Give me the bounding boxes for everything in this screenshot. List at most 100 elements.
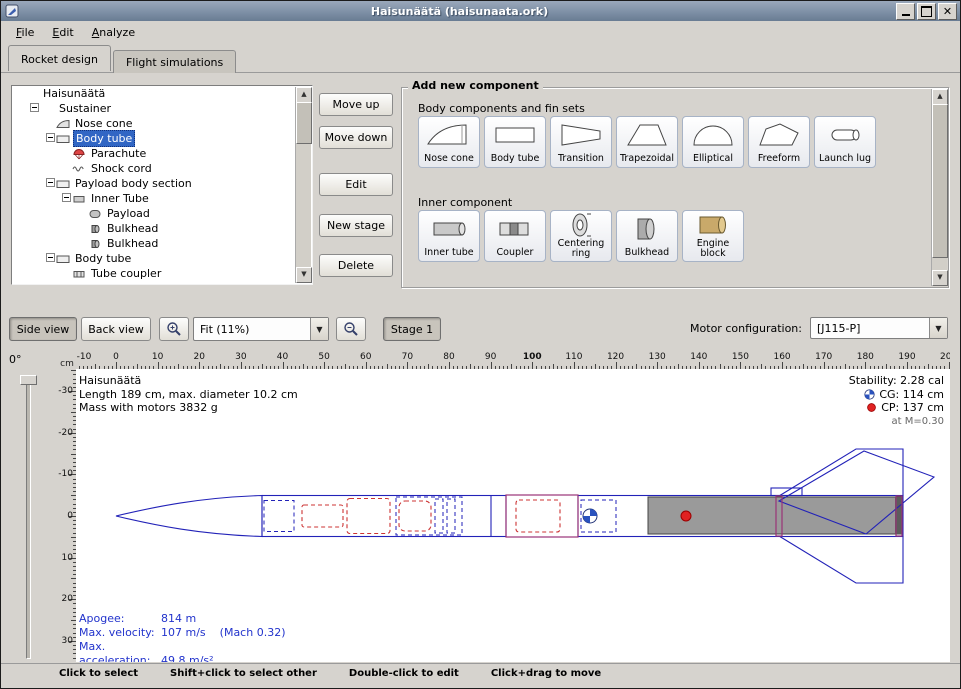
tree-item-parachute[interactable]: Parachute (12, 146, 296, 161)
tree-item-bulkhead[interactable]: Bulkhead (12, 236, 296, 251)
ruler-label-h: 140 (690, 352, 707, 362)
tree-item-bulkhead[interactable]: Bulkhead (12, 221, 296, 236)
ruler-label-h: -10 (77, 352, 92, 362)
tree-item-haisunäätä[interactable]: Haisunäätä (12, 86, 296, 101)
ruler-label-h: 120 (607, 352, 624, 362)
close-button[interactable]: ✕ (938, 3, 957, 20)
tab-rocket-design[interactable]: Rocket design (8, 45, 111, 71)
tree-item-tube-coupler[interactable]: Tube coupler (12, 266, 296, 281)
tree-item-shock-cord[interactable]: Shock cord (12, 161, 296, 176)
add-body-tube-button[interactable]: Body tube (484, 116, 546, 168)
add-component-scroll-thumb[interactable] (932, 104, 948, 258)
add-elliptical-button[interactable]: Elliptical (682, 116, 744, 168)
dropdown-arrow-icon[interactable]: ▼ (310, 318, 328, 340)
tree-item-label: Sustainer (57, 101, 113, 116)
new-stage-button[interactable]: New stage (319, 214, 393, 237)
tree-item-payload-body-section[interactable]: Payload body section (12, 176, 296, 191)
edit-button[interactable]: Edit (319, 173, 393, 196)
flight-stats-block: Apogee:814 mMax. velocity:107 m/s(Mach 0… (79, 612, 285, 662)
add-trapezoidal-button[interactable]: Trapezoidal (616, 116, 678, 168)
transition-icon (558, 117, 604, 154)
tree-item-bulkhead[interactable]: Bulkhead (12, 281, 296, 284)
maximize-button[interactable] (917, 3, 936, 20)
zoom-in-icon (166, 321, 182, 337)
cp-value: CP: 137 cm (881, 401, 944, 415)
tree-item-body-tube[interactable]: Body tube (12, 131, 296, 146)
tree-item-payload[interactable]: Payload (12, 206, 296, 221)
ruler-label-h: 40 (277, 352, 288, 362)
tree-scroll-thumb[interactable] (296, 102, 312, 144)
zoom-out-button[interactable] (336, 317, 366, 341)
parachute-icon (72, 146, 89, 161)
add-freeform-button[interactable]: Freeform (748, 116, 810, 168)
bodytube-icon (56, 131, 73, 146)
ruler-label-v: 30 (62, 636, 73, 646)
tree-item-body-tube[interactable]: Body tube (12, 251, 296, 266)
side-view-button[interactable]: Side view (9, 317, 77, 341)
scroll-down-icon[interactable]: ▼ (296, 267, 312, 283)
ruler-label-h: 70 (402, 352, 413, 362)
rocket-info-block: Haisunäätä Length 189 cm, max. diameter … (79, 374, 298, 415)
menu-file[interactable]: File (7, 23, 43, 42)
add-bulkhead-button[interactable]: Bulkhead (616, 210, 678, 262)
scroll-up-icon[interactable]: ▲ (296, 87, 312, 103)
tree-item-label: Payload (105, 206, 152, 221)
minimize-button[interactable] (896, 3, 915, 20)
zoom-select[interactable]: Fit (11%) ▼ (193, 317, 329, 341)
add-launch-lug-button[interactable]: Launch lug (814, 116, 876, 168)
ruler-label-v: -30 (58, 386, 73, 396)
statusbar: Click to select Shift+click to select oth… (1, 663, 960, 688)
tree-expander-icon[interactable] (44, 176, 56, 191)
add-coupler-button[interactable]: Coupler (484, 210, 546, 262)
rocket-view-canvas[interactable]: Haisunäätä Length 189 cm, max. diameter … (76, 369, 950, 662)
move-up-button[interactable]: Move up (319, 93, 393, 116)
ruler-label-h: 160 (773, 352, 790, 362)
stage-1-toggle[interactable]: Stage 1 (383, 317, 441, 341)
status-hint: Click to select (59, 668, 138, 679)
add-transition-button[interactable]: Transition (550, 116, 612, 168)
shockcord-icon (72, 161, 89, 176)
tree-item-sustainer[interactable]: Sustainer (12, 101, 296, 116)
tree-expander-icon[interactable] (60, 191, 72, 206)
zoom-in-button[interactable] (159, 317, 189, 341)
rotation-slider-track[interactable] (26, 377, 31, 659)
tree-scrollbar[interactable]: ▲ ▼ (295, 87, 311, 283)
tab-flight-simulations[interactable]: Flight simulations (113, 50, 236, 73)
window-title: Haisunäätä (haisunaata.ork) (23, 5, 896, 18)
motor-configuration-label: Motor configuration: (690, 322, 802, 335)
add-centering-ring-button[interactable]: Centering ring (550, 210, 612, 262)
add-nose-cone-button[interactable]: Nose cone (418, 116, 480, 168)
dropdown-arrow-icon[interactable]: ▼ (929, 318, 947, 338)
ruler-unit-label: cm (58, 351, 76, 369)
window-icon (5, 4, 19, 18)
bodytube-icon (56, 176, 73, 191)
add-component-scrollbar[interactable]: ▲ ▼ (931, 89, 947, 286)
ruler-label-h: 150 (732, 352, 749, 362)
delete-button[interactable]: Delete (319, 254, 393, 277)
scroll-down-icon[interactable]: ▼ (932, 270, 948, 286)
flight-stat-row: Max. velocity:107 m/s(Mach 0.32) (79, 626, 285, 640)
tree-expander-icon[interactable] (28, 101, 40, 116)
menu-edit[interactable]: Edit (43, 23, 82, 42)
tree-item-inner-tube[interactable]: Inner Tube (12, 191, 296, 206)
scroll-up-icon[interactable]: ▲ (932, 89, 948, 105)
tree-expander-icon[interactable] (44, 251, 56, 266)
status-hint: Shift+click to select other (170, 668, 317, 679)
move-down-button[interactable]: Move down (319, 126, 393, 149)
launchlug-icon (822, 117, 868, 154)
add-inner-tube-button[interactable]: Inner tube (418, 210, 480, 262)
tree-item-nose-cone[interactable]: Nose cone (12, 116, 296, 131)
cg-value: CG: 114 cm (879, 388, 944, 402)
status-hint: Double-click to edit (349, 668, 459, 679)
ruler-label-v: 0 (67, 511, 73, 521)
tree-item-label: Nose cone (73, 116, 134, 131)
tree-item-label: Inner Tube (89, 191, 151, 206)
ruler-label-h: 60 (360, 352, 371, 362)
menu-analyze[interactable]: Analyze (83, 23, 144, 42)
back-view-button[interactable]: Back view (81, 317, 151, 341)
status-hint: Click+drag to move (491, 668, 601, 679)
tree-expander-icon[interactable] (44, 131, 56, 146)
add-engine-block-button[interactable]: Engine block (682, 210, 744, 262)
rotation-slider-thumb[interactable] (20, 375, 37, 385)
motor-configuration-select[interactable]: [J115-P] ▼ (810, 317, 948, 339)
